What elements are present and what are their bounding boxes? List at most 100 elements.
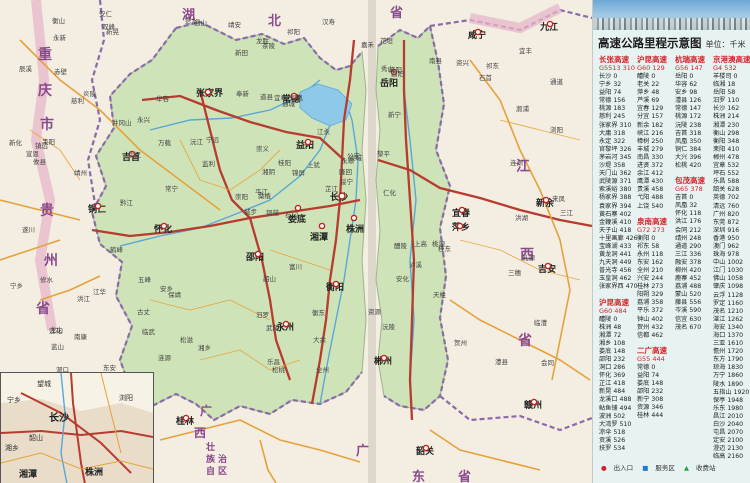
town-label: 双峰 [102,23,115,31]
town-label: 常宁 [165,185,178,193]
highway-name[interactable]: 包茂高速 [675,176,705,185]
town-label: 新化 [9,139,22,147]
highway-stop: 清远 760 [713,202,740,210]
highway-columns: 长张高速 G5513 310 长沙 0 宁乡 32 益阳 74 常德 156 桃源 183 慈… [593,53,750,483]
town-label: 连州 [510,159,523,167]
inset-map-changsha: 长沙 株洲 湘潭 宁乡 浏阳 望城 湘乡 韶山 [0,372,154,483]
town-label: 汉寿 [322,18,335,26]
highway-stop: 祁东 58 [637,242,660,250]
highway-stop: 大庸 318 [599,129,626,137]
town-label: 贺州 [454,339,467,347]
highway-stop: 海口 1370 [713,332,744,339]
town-label: 临澧 [534,319,547,327]
highway-stop: 沅陵 238 [675,121,702,129]
city-label-jiujiang[interactable]: 九江 [540,20,558,33]
town-label: 靖安 [228,21,241,29]
highway-stop: 湘潭 230 [713,121,740,129]
city-label-ganzhou[interactable]: 赣州 [524,398,542,411]
town-label: 锦屏 [292,169,305,177]
town-label: 绥宁 [340,178,353,186]
town-label: 湘阴 [262,168,275,176]
highway-name[interactable]: 泉南高速 [637,217,667,226]
highway-stop: 凤凰 350 [675,137,702,145]
city-label-jian[interactable]: 吉安 [538,262,556,275]
highway-column: 京港澳高速 G4 532 羊楼司 0 临湘 18 岳阳 58 汨罗 110 长沙 162 株洲… [713,55,750,462]
city-label-shaoguan[interactable]: 韶关 [416,444,434,457]
highway-stop: 湛江 1262 [713,315,744,323]
inset-label: 宁乡 [7,396,21,404]
highway-stop: 鹿寨 452 [675,275,702,283]
city-label-guilin[interactable]: 桂林 [176,414,194,427]
highway-stop: 保亭 1948 [713,396,744,404]
panel-title-text: 高速公路里程示意图 [598,36,702,50]
highway-name[interactable]: 长张高速 [599,55,638,64]
town-label: 天柱 [433,291,446,299]
town-label: 宁远 [206,136,219,144]
highway-stop: 分宜 157 [637,113,664,121]
highway-stop: 宜章 532 [713,162,740,170]
province-label-guizhou-2: 州 [44,253,58,269]
inset-label: 长沙 [49,413,69,424]
city-label-tongren[interactable]: 铜仁 [88,202,106,215]
highway-mileage-panel: 高速公路里程示意图 单位：千米 长张高速 G5513 310 长沙 0 宁乡 32 益阳 … [592,0,750,483]
city-label-shaoyang[interactable]: 邵阳 [246,250,264,263]
highway-stop: 东安 162 [637,258,664,266]
highway-section: 长张高速 G5513 310 长沙 0 宁乡 32 益阳 74 常德 156 桃源 183 慈… [599,55,638,292]
highway-stop: 柳州 420 [675,266,702,274]
highway-stop: 屯昌 2070 [713,429,744,437]
highway-code-length: G72 273 [637,225,665,234]
town-label: 平江 [255,188,268,196]
town-label: 奉新 [236,90,249,98]
town-label: 上犹 [307,161,320,169]
highway-name[interactable]: 二广高速 [637,346,667,355]
city-label-zhuzhou[interactable]: 株洲 [346,222,364,235]
highway-section: 京港澳高速 G4 532 羊楼司 0 临湘 18 岳阳 58 汨罗 110 长沙 162 株洲… [713,55,750,462]
city-label-hengyang[interactable]: 衡阳 [326,280,344,293]
town-label: 永兴 [137,116,150,124]
city-label-chenzhou[interactable]: 郴州 [374,354,392,367]
city-label-pingxiang[interactable]: 萍乡 [452,220,470,233]
city-label-huaihua[interactable]: 怀化 [154,222,172,235]
highway-stop: 深圳 916 [713,226,740,234]
highway-stop: 珠海 978 [713,251,740,259]
town-label: 松滋 [180,336,193,344]
highway-stop: 益阳 74 [637,371,660,379]
town-label: 炎陵 [83,90,96,98]
city-label-zhangjiajie[interactable]: 张家界 [196,86,223,99]
highway-stop: 永州 118 [637,250,664,258]
highway-stop: 乐东 1980 [713,404,744,412]
highway-stop: 湘乡 108 [599,339,626,347]
city-label-yichun[interactable]: 宜春 [452,206,470,219]
highway-stop: 黄龙洞 441 [599,251,632,259]
city-label-xiangtan[interactable]: 湘潭 [310,230,328,243]
town-label: 通道 [550,78,563,86]
inset-label: 浏阳 [119,394,133,402]
highway-stop: 樟树 250 [637,137,664,145]
highway-stop: 钟山 402 [637,315,664,323]
hunan-province-area [91,21,367,421]
town-label: 衡东 [312,309,325,317]
highway-name[interactable]: 沪昆高速 [637,55,667,64]
city-label-yiyang[interactable]: 益阳 [296,138,314,151]
town-label: 新田 [235,49,248,57]
highway-stop: 全州 210 [637,266,664,274]
highway-stop: 靖州 248 [675,234,702,242]
city-label-xianning[interactable]: 咸宁 [468,28,486,41]
town-label: 古丈 [137,308,150,316]
highway-stop: 娄底 148 [599,347,626,355]
highway-name[interactable]: 京港澳高速 [713,55,750,64]
highway-stop: 醴陵 0 [637,73,656,80]
town-label: 沅江 [190,138,203,146]
highway-stop: 岑溪 590 [675,307,702,315]
town-label: 资源 [368,308,381,316]
highway-name[interactable]: 沪昆高速 [599,298,638,307]
town-label: 洪湖 [515,214,528,222]
highway-stop: 松桃 420 [675,162,702,170]
highway-name[interactable]: 杭瑞高速 [675,55,705,64]
highway-stop: 株洲 214 [713,113,740,121]
highway-stop: 信宜 630 [675,315,702,323]
highway-stop: 吉首 318 [675,129,702,137]
inset-label: 株洲 [85,468,104,478]
town-label: 石门 [285,211,298,219]
highway-stop: 茅岩河 345 [599,153,632,161]
